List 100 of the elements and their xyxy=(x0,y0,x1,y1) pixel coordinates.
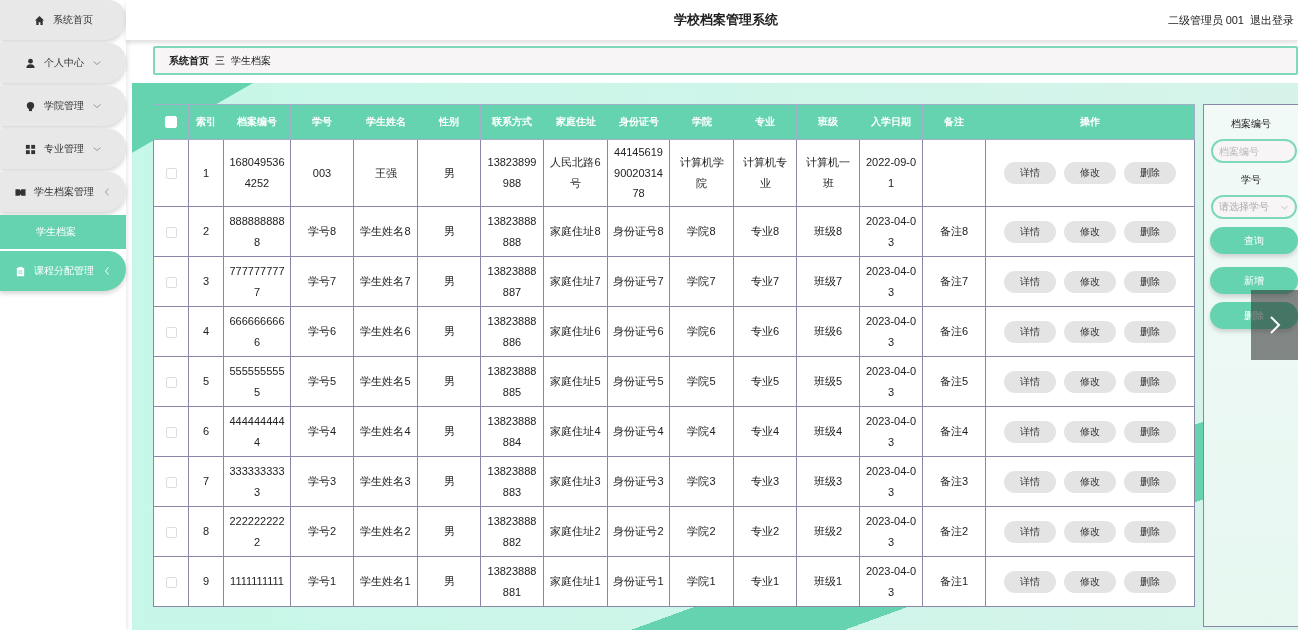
class-cell-text: 班级6 xyxy=(813,324,843,340)
sidebar-item[interactable]: 专业管理 xyxy=(0,129,126,169)
edit-button[interactable]: 修改 xyxy=(1064,220,1116,243)
row-checkbox[interactable] xyxy=(165,168,177,180)
row-checkbox[interactable] xyxy=(165,376,177,388)
column-header: 学生姓名 xyxy=(353,104,418,140)
delete-button[interactable]: 删除 xyxy=(1124,270,1176,293)
sidebar-item[interactable]: 学生档案管理 xyxy=(0,172,126,212)
delete-button[interactable]: 删除 xyxy=(1124,370,1176,393)
details-button[interactable]: 详情 xyxy=(1004,162,1056,184)
row-checkbox[interactable] xyxy=(165,576,177,588)
chevron-icon xyxy=(91,101,102,111)
edit-button[interactable]: 修改 xyxy=(1064,520,1116,543)
archive-number-cell-text: 1111111111 xyxy=(230,574,284,590)
delete-button[interactable]: 删除 xyxy=(1124,570,1176,593)
gender-cell-text: 男 xyxy=(443,574,455,590)
student-number-cell-text: 003 xyxy=(312,165,332,181)
details-button[interactable]: 详情 xyxy=(1004,520,1056,543)
edit-button[interactable]: 修改 xyxy=(1064,320,1116,343)
address-cell-text: 家庭住址5 xyxy=(550,374,601,390)
row-checkbox[interactable] xyxy=(165,326,177,338)
details-button[interactable]: 详情 xyxy=(1004,420,1056,443)
delete-button[interactable]: 删除 xyxy=(1124,470,1176,493)
college-cell-text: 学院2 xyxy=(687,524,716,540)
enrollment-date-cell-text: 2023-04-03 xyxy=(865,513,917,550)
phone-cell-text: 13823888884 xyxy=(486,413,538,450)
sidebar-item[interactable]: 个人中心 xyxy=(0,43,126,83)
delete-button[interactable]: 删除 xyxy=(1124,162,1176,184)
gender-cell-text: 男 xyxy=(443,374,455,390)
major-cell-text: 专业4 xyxy=(750,424,780,440)
class-cell-text: 班级3 xyxy=(813,474,843,490)
edit-button[interactable]: 修改 xyxy=(1064,570,1116,593)
row-checkbox[interactable] xyxy=(165,426,177,438)
gender-cell-text: 男 xyxy=(443,474,455,490)
remark-cell-text: 备注5 xyxy=(939,374,969,390)
edit-button[interactable]: 修改 xyxy=(1064,420,1116,443)
delete-button[interactable]: 删除 xyxy=(1124,520,1176,543)
class-cell-text: 班级4 xyxy=(813,424,843,440)
college-cell-text: 学院5 xyxy=(687,374,716,390)
sidebar-item[interactable]: 系统首页 xyxy=(0,0,126,40)
remark-cell-text: 备注6 xyxy=(939,324,969,340)
student-number-cell-text: 学号5 xyxy=(307,374,337,390)
enrollment-date-cell-text: 2023-04-03 xyxy=(865,213,917,250)
delete-button[interactable]: 删除 xyxy=(1124,320,1176,343)
column-header: 家庭住址 xyxy=(543,104,608,140)
row-checkbox[interactable] xyxy=(165,476,177,488)
enrollment-date-cell-text: 2023-04-03 xyxy=(865,263,917,300)
student-number-cell-text: 学号3 xyxy=(307,474,337,490)
student-name-cell-text: 学生姓名4 xyxy=(360,424,411,440)
address-cell-text: 家庭住址2 xyxy=(550,524,601,540)
student-number-cell-text: 学号4 xyxy=(307,424,337,440)
person-icon xyxy=(24,57,36,69)
enrollment-date-cell-text: 2023-04-03 xyxy=(865,563,917,600)
archive-number-cell-text: 7777777777 xyxy=(229,263,285,300)
student-number-cell-text: 学号7 xyxy=(307,274,337,290)
major-cell-text: 专业2 xyxy=(750,524,780,540)
enrollment-date-cell-text: 2023-04-03 xyxy=(865,313,917,350)
details-button[interactable]: 详情 xyxy=(1004,570,1056,593)
address-cell-text: 家庭住址4 xyxy=(550,424,601,440)
phone-cell-text: 13823888886 xyxy=(486,313,538,350)
college-cell-text: 学院3 xyxy=(687,474,716,490)
archive-number-cell-text: 8888888888 xyxy=(229,213,285,250)
gender-cell-text: 男 xyxy=(443,424,455,440)
column-header: 班级 xyxy=(796,104,860,140)
select-all-checkbox[interactable] xyxy=(165,116,177,129)
row-checkbox[interactable] xyxy=(165,226,177,238)
phone-cell-text: 13823888882 xyxy=(486,513,538,550)
breadcrumb-link[interactable]: 系统首页 xyxy=(169,53,209,68)
chevron-icon xyxy=(91,144,102,154)
details-button[interactable]: 详情 xyxy=(1004,320,1056,343)
logout-link[interactable]: 退出登录 xyxy=(1250,12,1294,28)
edit-button[interactable]: 修改 xyxy=(1064,162,1116,184)
column-header: 档案编号 xyxy=(223,104,291,140)
sidebar-item[interactable]: 学院管理 xyxy=(0,86,126,126)
edit-button[interactable]: 修改 xyxy=(1064,470,1116,493)
row-checkbox[interactable] xyxy=(165,276,177,288)
student-name-cell-text: 学生姓名2 xyxy=(360,524,411,540)
gender-cell-text: 男 xyxy=(443,274,455,290)
student-number-cell-text: 学号6 xyxy=(307,324,337,340)
column-header: 专业 xyxy=(733,104,797,140)
details-button[interactable]: 详情 xyxy=(1004,270,1056,293)
delete-button[interactable]: 删除 xyxy=(1124,420,1176,443)
edit-button[interactable]: 修改 xyxy=(1064,370,1116,393)
student-name-cell-text: 学生姓名5 xyxy=(360,374,411,390)
archive-number-cell-text: 6666666666 xyxy=(229,313,285,350)
edit-button[interactable]: 修改 xyxy=(1064,270,1116,293)
enrollment-date-cell-text: 2023-04-03 xyxy=(865,363,917,400)
row-checkbox[interactable] xyxy=(165,526,177,538)
grid-icon xyxy=(24,143,36,155)
breadcrumb-current: 学生档案 xyxy=(231,53,271,68)
phone-cell-text: 13823888888 xyxy=(486,213,538,250)
details-button[interactable]: 详情 xyxy=(1004,370,1056,393)
details-button[interactable]: 详情 xyxy=(1004,220,1056,243)
phone-cell-text: 13823888881 xyxy=(486,563,538,600)
gender-cell-text: 男 xyxy=(443,324,455,340)
college-cell-text: 学院1 xyxy=(687,574,716,590)
delete-button[interactable]: 删除 xyxy=(1124,220,1176,243)
details-button[interactable]: 详情 xyxy=(1004,470,1056,493)
id-number-cell-text: 身份证号7 xyxy=(613,274,664,290)
student-name-cell-text: 学生姓名1 xyxy=(360,574,411,590)
